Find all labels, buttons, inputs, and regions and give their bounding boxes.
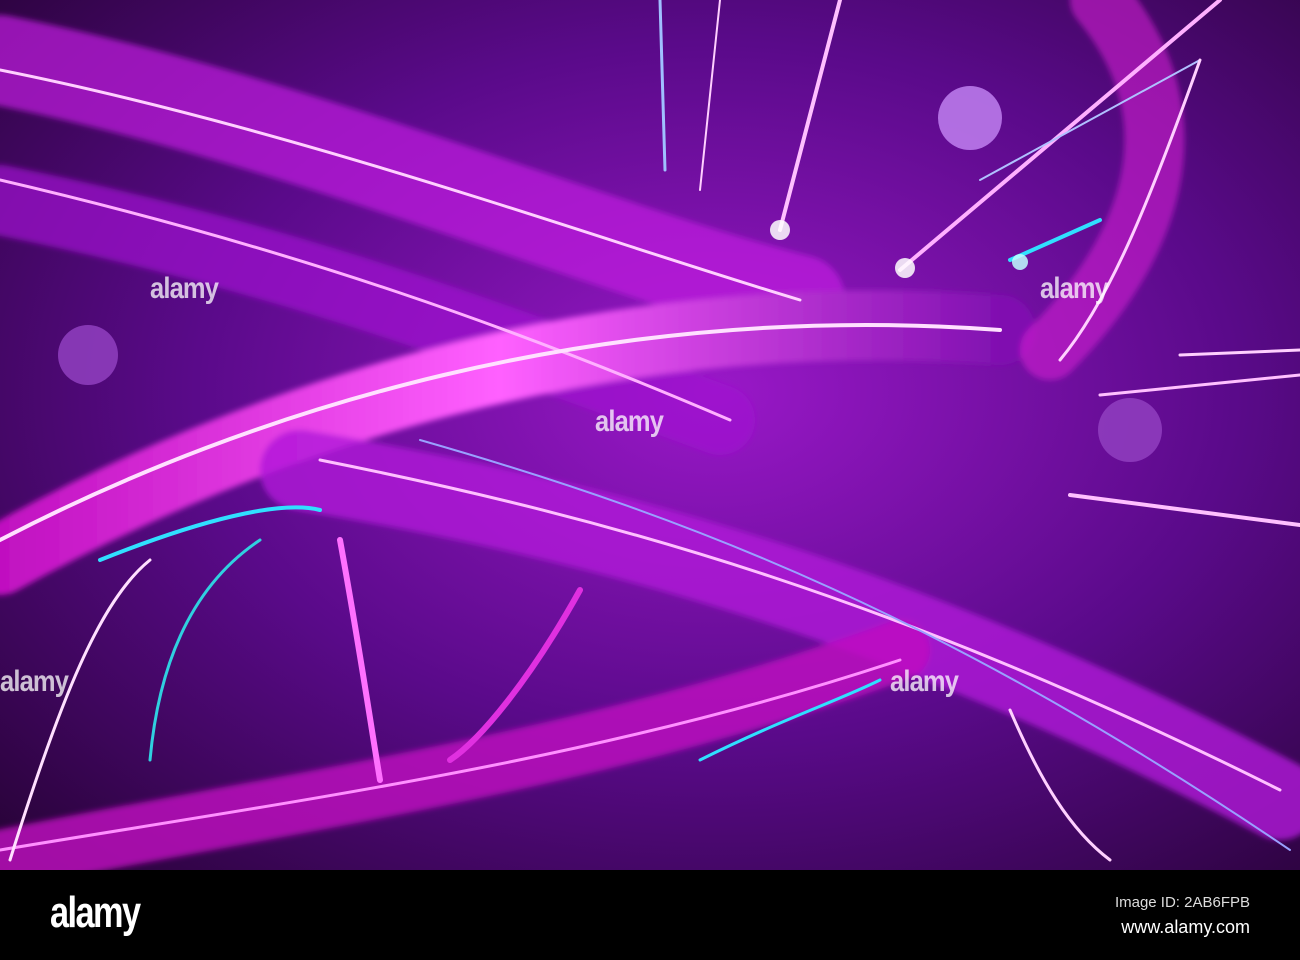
watermark: alamy xyxy=(595,405,664,438)
watermark: alamy xyxy=(150,272,219,305)
footer-bar: alamy Image ID: 2AB6FPB www.alamy.com xyxy=(0,870,1300,960)
image-id: Image ID: 2AB6FPB xyxy=(1114,894,1250,911)
site-url: www.alamy.com xyxy=(1121,917,1250,937)
watermark: alamy xyxy=(0,665,69,698)
watermark: alamy xyxy=(890,665,959,698)
alamy-logo: alamy xyxy=(50,888,141,937)
watermark: alamy xyxy=(1040,272,1109,305)
